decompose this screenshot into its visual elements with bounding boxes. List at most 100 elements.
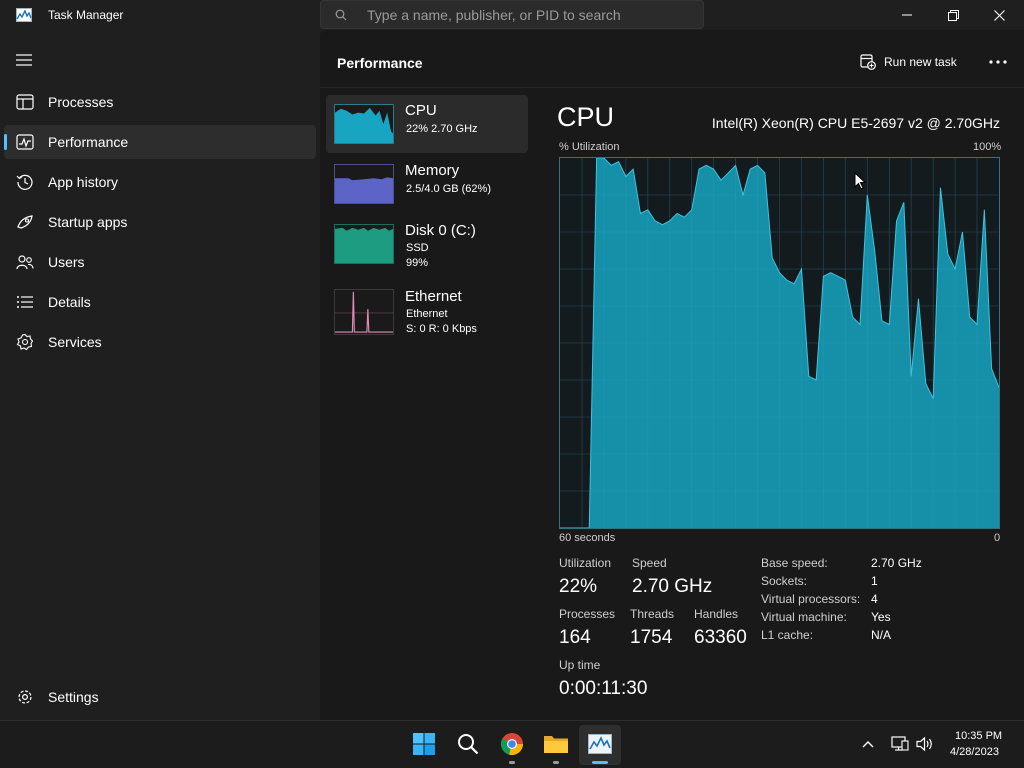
nav-label: Details xyxy=(48,294,91,310)
run-new-task-label: Run new task xyxy=(884,55,957,69)
info-key: L1 cache: xyxy=(761,628,814,642)
cpu-thumbnail-graph xyxy=(334,104,394,144)
handles-value: 63360 xyxy=(694,627,747,648)
run-new-task-button[interactable]: Run new task xyxy=(860,50,957,74)
device-name: CPU xyxy=(405,102,437,119)
run-new-task-icon xyxy=(860,54,876,70)
page-title: Performance xyxy=(337,55,423,71)
device-detail: 99% xyxy=(406,257,429,269)
nav-label: Users xyxy=(48,254,85,270)
device-memory[interactable]: Memory 2.5/4.0 GB (62%) xyxy=(326,155,528,213)
task-manager-icon xyxy=(588,734,612,754)
selection-indicator xyxy=(4,134,7,150)
nav-label: Performance xyxy=(48,134,129,150)
utilization-value: 22% xyxy=(559,576,598,597)
nav-item-startup-apps[interactable]: Startup apps xyxy=(4,205,316,239)
file-explorer-taskbar-button[interactable] xyxy=(541,729,571,759)
info-key: Sockets: xyxy=(761,574,808,588)
device-detail: SSD xyxy=(406,242,429,254)
main-content: Performance Run new task CPU 22% 2.70 GH… xyxy=(320,30,1024,720)
task-manager-taskbar-button[interactable] xyxy=(585,729,615,759)
hamburger-menu-button[interactable] xyxy=(12,48,36,72)
info-value: 4 xyxy=(871,592,878,606)
device-name: Memory xyxy=(405,162,460,179)
task-manager-app-icon xyxy=(16,8,32,22)
nav-item-settings[interactable]: Settings xyxy=(4,680,316,714)
start-button[interactable] xyxy=(409,729,439,759)
processes-icon xyxy=(16,94,34,110)
info-key: Virtual machine: xyxy=(761,610,847,624)
processes-value: 164 xyxy=(559,627,591,648)
clock-date[interactable]: 4/28/2023 xyxy=(950,746,999,758)
running-indicator xyxy=(553,761,559,764)
speed-label: Speed xyxy=(632,556,667,570)
close-button[interactable] xyxy=(976,0,1022,30)
nav-item-services[interactable]: Services xyxy=(4,325,316,359)
time-span-label: 60 seconds xyxy=(559,532,616,544)
services-icon xyxy=(16,333,34,351)
threads-value: 1754 xyxy=(630,627,673,648)
ethernet-thumbnail-graph xyxy=(334,289,394,335)
windows-start-icon xyxy=(413,733,435,755)
settings-gear-icon xyxy=(18,690,32,704)
device-disk[interactable]: Disk 0 (C:) SSD 99% xyxy=(326,215,528,273)
device-name: Ethernet xyxy=(405,288,462,305)
close-icon xyxy=(993,9,1005,21)
search-box[interactable] xyxy=(320,0,704,29)
active-indicator xyxy=(592,761,608,764)
info-key: Virtual processors: xyxy=(761,592,861,606)
nav-label: Settings xyxy=(48,689,99,705)
users-icon xyxy=(16,255,34,270)
device-detail: 22% 2.70 GHz xyxy=(406,123,478,135)
header-divider xyxy=(320,87,1024,88)
volume-button[interactable] xyxy=(913,729,937,759)
nav-item-details[interactable]: Details xyxy=(4,285,316,319)
uptime-label: Up time xyxy=(559,658,601,672)
restore-icon xyxy=(947,9,959,21)
uptime-value: 0:00:11:30 xyxy=(559,678,648,699)
info-value: 2.70 GHz xyxy=(871,556,922,570)
device-ethernet[interactable]: Ethernet Ethernet S: 0 R: 0 Kbps xyxy=(326,281,528,339)
chrome-icon xyxy=(501,733,523,756)
details-icon xyxy=(17,296,33,308)
device-detail: S: 0 R: 0 Kbps xyxy=(406,323,477,335)
mouse-cursor-icon xyxy=(854,172,866,190)
nav-item-performance[interactable]: Performance xyxy=(4,125,316,159)
nav-label: Services xyxy=(48,334,102,350)
nav-item-app-history[interactable]: App history xyxy=(4,165,316,199)
nav-item-processes[interactable]: Processes xyxy=(4,85,316,119)
chevron-up-icon xyxy=(862,741,874,748)
info-key: Base speed: xyxy=(761,556,828,570)
info-value: 1 xyxy=(871,574,878,588)
cpu-utilization-graph xyxy=(559,157,1000,529)
network-button[interactable] xyxy=(888,729,912,759)
taskbar: 10:35 PM 4/28/2023 xyxy=(0,720,1024,768)
window-title: Task Manager xyxy=(48,8,124,22)
show-hidden-icons-button[interactable] xyxy=(854,729,882,759)
more-options-button[interactable] xyxy=(986,52,1010,72)
handles-label: Handles xyxy=(694,607,739,621)
device-cpu[interactable]: CPU 22% 2.70 GHz xyxy=(326,95,528,153)
file-explorer-icon xyxy=(544,736,568,753)
chrome-taskbar-button[interactable] xyxy=(497,729,527,759)
performance-icon xyxy=(16,134,34,150)
maximize-button[interactable] xyxy=(930,0,976,30)
info-value: N/A xyxy=(871,628,892,642)
disk-thumbnail-graph xyxy=(334,224,394,264)
nav-label: Processes xyxy=(48,94,114,110)
clock-time[interactable]: 10:35 PM xyxy=(955,730,1002,742)
running-indicator xyxy=(509,761,515,764)
info-value: Yes xyxy=(871,610,891,624)
speed-value: 2.70 GHz xyxy=(632,576,713,597)
startup-apps-icon xyxy=(17,215,33,229)
minimize-button[interactable] xyxy=(884,0,930,30)
utilization-label: Utilization xyxy=(559,556,612,570)
processes-label: Processes xyxy=(559,607,616,621)
more-options-icon xyxy=(989,60,1007,64)
network-icon xyxy=(891,736,909,751)
search-input[interactable] xyxy=(367,5,687,25)
volume-icon xyxy=(916,736,932,752)
nav-item-users[interactable]: Users xyxy=(4,245,316,279)
nav-label: App history xyxy=(48,174,119,190)
taskbar-search-button[interactable] xyxy=(453,729,483,759)
